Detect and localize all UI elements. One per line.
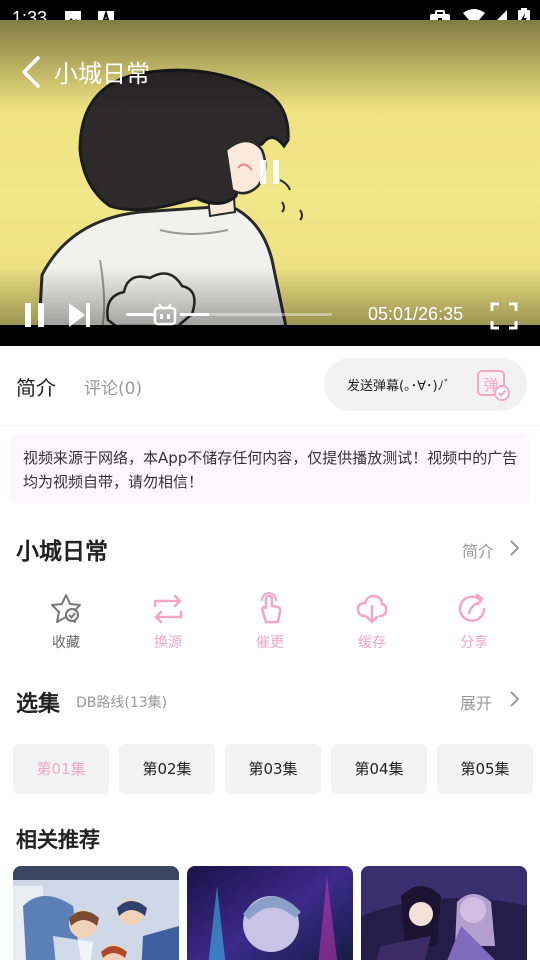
disclaimer-text: 视频来源于网络，本App不储存任何内容，仅提供播放测试！视频中的广告均为视频自带… (23, 449, 518, 491)
video-timecode: 05:01/26:35 (368, 304, 464, 324)
recommend-title: 相关推荐 (16, 828, 100, 852)
share-button[interactable]: 分享 (434, 592, 514, 658)
poster-image (361, 866, 527, 960)
intro-link[interactable]: 简介 (462, 538, 494, 562)
video-player[interactable]: 小城日常 05:01/26:35 (0, 20, 540, 346)
action-label: 催更 (256, 635, 284, 651)
favorite-button[interactable]: 收藏 (26, 592, 106, 658)
action-bar: 收藏 换源 催更 缓存 分享 (0, 592, 540, 660)
video-title: 小城日常 (54, 60, 150, 88)
recommend-poster-1[interactable] (13, 866, 179, 960)
recommend-poster-3[interactable] (361, 866, 527, 960)
recommend-poster-2[interactable] (187, 866, 353, 960)
disclaimer-notice: 视频来源于网络，本App不储存任何内容，仅提供播放测试！视频中的广告均为视频自带… (10, 434, 530, 504)
episodes-title: 选集 (16, 692, 61, 717)
detail-tabs: 简介 评论(0) 发送弹幕(｡･∀･)ﾉﾞ 弹 (0, 346, 540, 426)
episode-button-01[interactable]: 第01集 (13, 744, 109, 794)
episode-button-03[interactable]: 第03集 (225, 744, 321, 794)
episode-button-05[interactable]: 第05集 (437, 744, 533, 794)
cache-button[interactable]: 缓存 (332, 592, 412, 658)
progress-bar[interactable] (180, 313, 332, 316)
danmaku-placeholder: 发送弹幕(｡･∀･)ﾉﾞ (347, 379, 451, 394)
poster-image (187, 866, 353, 960)
action-label: 收藏 (52, 635, 80, 651)
cloud-download-icon (356, 594, 388, 624)
tab-comments[interactable]: 评论(0) (84, 374, 142, 399)
expand-episodes-link[interactable]: 展开 (460, 690, 492, 714)
fullscreen-button[interactable] (490, 302, 518, 330)
danmaku-send-icon[interactable]: 弹 (476, 369, 510, 401)
tab-intro[interactable]: 简介 (16, 372, 56, 401)
urge-update-button[interactable]: 催更 (230, 592, 310, 658)
action-label: 分享 (460, 635, 488, 651)
back-button[interactable] (14, 50, 50, 90)
progress-fill (180, 313, 209, 316)
episode-button-04[interactable]: 第04集 (331, 744, 427, 794)
pause-button[interactable] (22, 300, 48, 330)
center-pause-icon[interactable] (258, 158, 282, 186)
switch-source-icon (153, 594, 183, 624)
show-title: 小城日常 (16, 539, 108, 565)
star-icon (51, 594, 81, 623)
switch-source-button[interactable]: 换源 (128, 592, 208, 658)
chevron-right-icon[interactable] (508, 539, 520, 557)
next-episode-button[interactable] (66, 300, 94, 330)
action-label: 换源 (154, 635, 182, 651)
send-danmaku-input[interactable]: 发送弹幕(｡･∀･)ﾉﾞ 弹 (324, 358, 527, 411)
poster-image (13, 866, 179, 960)
urge-update-icon (260, 592, 282, 624)
chevron-right-icon[interactable] (508, 690, 520, 708)
danmaku-toggle[interactable] (124, 302, 180, 326)
action-label: 缓存 (358, 635, 386, 651)
route-label[interactable]: DB路线(13集) (76, 692, 167, 712)
episode-button-02[interactable]: 第02集 (119, 744, 215, 794)
share-icon (458, 593, 486, 622)
